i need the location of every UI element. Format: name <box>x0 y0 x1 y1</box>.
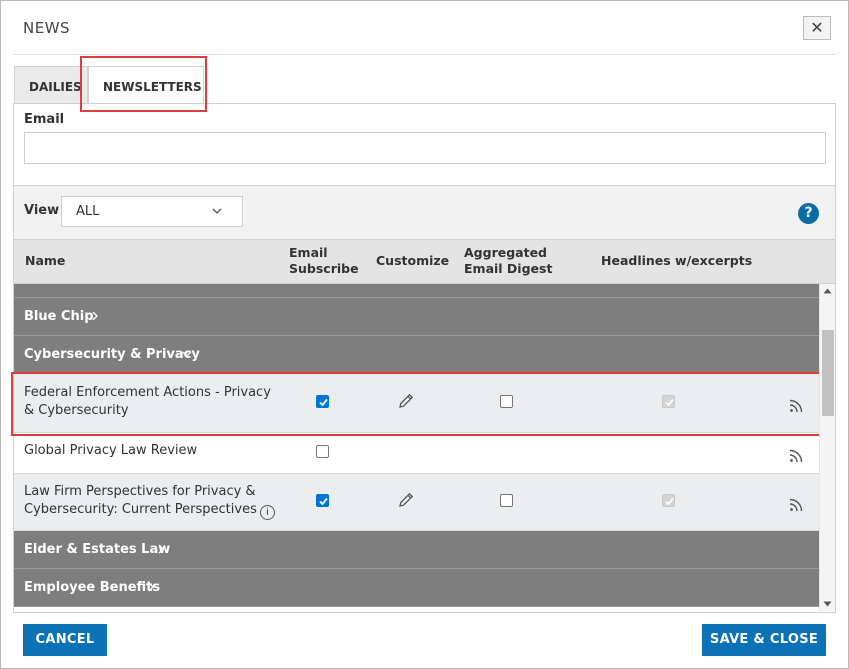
header-name: Name <box>25 253 66 268</box>
rss-icon[interactable] <box>789 496 805 512</box>
chevron-down-icon <box>212 208 222 214</box>
view-label: View <box>24 203 60 218</box>
tab-dailies[interactable]: DAILIES <box>14 66 88 104</box>
email-subscribe-checkbox[interactable] <box>316 395 329 408</box>
header-headlines: Headlines w/excerpts <box>601 253 753 268</box>
scroll-up-icon[interactable] <box>823 288 832 294</box>
email-subscribe-checkbox[interactable] <box>316 494 329 507</box>
aggregated-digest-checkbox[interactable] <box>500 395 513 408</box>
view-select-value: ALL <box>76 204 100 219</box>
checkmark-icon <box>319 398 328 407</box>
email-label: Email <box>24 112 65 127</box>
category-label: Blue Chip <box>24 309 94 324</box>
email-subscribe-checkbox[interactable] <box>316 445 329 458</box>
news-dialog: NEWS ✕ DAILIES NEWSLETTERS Email View AL… <box>0 0 849 669</box>
scroll-thumb[interactable] <box>822 330 834 416</box>
email-input[interactable] <box>24 132 826 164</box>
category-row-cybersecurity[interactable]: Cybersecurity & Privacy <box>14 336 819 374</box>
newsletter-name: Global Privacy Law Review <box>24 443 198 458</box>
checkmark-icon <box>665 497 674 506</box>
header-aggregated: Aggregated Email Digest <box>464 245 552 277</box>
checkmark-icon <box>665 398 674 407</box>
pencil-icon[interactable] <box>397 392 415 410</box>
chevron-down-icon <box>182 351 192 357</box>
chevron-right-icon <box>148 582 154 592</box>
header-aggregated-line2: Email Digest <box>464 261 553 276</box>
title-divider <box>13 54 836 55</box>
category-label: Employee Benefits <box>24 580 161 595</box>
headlines-checkbox <box>662 494 675 507</box>
table-row: Federal Enforcement Actions - Privacy & … <box>14 374 819 433</box>
info-icon[interactable]: i <box>259 505 275 520</box>
newsletter-name-line2-text: Cybersecurity: Current Perspectives <box>24 502 257 517</box>
header-email-subscribe-line2: Subscribe <box>289 261 359 276</box>
newsletter-list: Blue Chip Cybersecurity & Privacy Federa… <box>14 284 819 611</box>
list-scrollbar[interactable] <box>819 284 835 611</box>
category-label: Cybersecurity & Privacy <box>24 347 200 362</box>
close-button[interactable]: ✕ <box>803 16 831 40</box>
checkmark-icon <box>319 497 328 506</box>
header-customize: Customize <box>376 253 450 268</box>
header-aggregated-line1: Aggregated <box>464 245 547 260</box>
header-email-subscribe: Email Subscribe <box>289 245 359 277</box>
pencil-icon[interactable] <box>397 491 415 509</box>
aggregated-digest-checkbox[interactable] <box>500 494 513 507</box>
rss-icon[interactable] <box>789 397 805 413</box>
table-row: Law Firm Perspectives for Privacy & Cybe… <box>14 474 819 531</box>
newsletter-name-line1: Law Firm Perspectives for Privacy & <box>24 484 256 499</box>
header-email-subscribe-line1: Email <box>289 245 328 260</box>
chevron-right-icon <box>158 544 164 554</box>
chevron-right-icon <box>92 311 98 321</box>
tab-newsletters[interactable]: NEWSLETTERS <box>88 66 204 104</box>
table-header: Name Email Subscribe Customize Aggregate… <box>14 239 835 284</box>
newsletter-name-line2: Cybersecurity: Current Perspectives i <box>24 501 275 520</box>
dialog-title: NEWS <box>23 19 71 37</box>
rss-icon[interactable] <box>789 447 805 463</box>
save-close-button[interactable]: SAVE & CLOSE <box>702 624 826 656</box>
help-icon[interactable]: ? <box>798 203 819 224</box>
table-row: Global Privacy Law Review <box>14 433 819 474</box>
category-row-elder-estates[interactable]: Elder & Estates Law <box>14 531 819 569</box>
newsletter-name: Law Firm Perspectives for Privacy & Cybe… <box>24 483 275 520</box>
category-row-blue-chip[interactable]: Blue Chip <box>14 298 819 336</box>
cancel-button[interactable]: CANCEL <box>23 624 107 656</box>
newsletter-name-line1: Federal Enforcement Actions - Privacy <box>24 385 271 400</box>
category-label: Elder & Estates Law <box>24 542 171 557</box>
headlines-checkbox <box>662 395 675 408</box>
category-row-employee-benefits[interactable]: Employee Benefits <box>14 569 819 607</box>
newsletter-name: Federal Enforcement Actions - Privacy & … <box>24 384 271 420</box>
view-select[interactable]: ALL <box>61 196 243 227</box>
newsletter-name-line2: & Cybersecurity <box>24 403 129 418</box>
category-row-partial[interactable] <box>14 284 819 298</box>
scroll-down-icon[interactable] <box>823 601 832 607</box>
